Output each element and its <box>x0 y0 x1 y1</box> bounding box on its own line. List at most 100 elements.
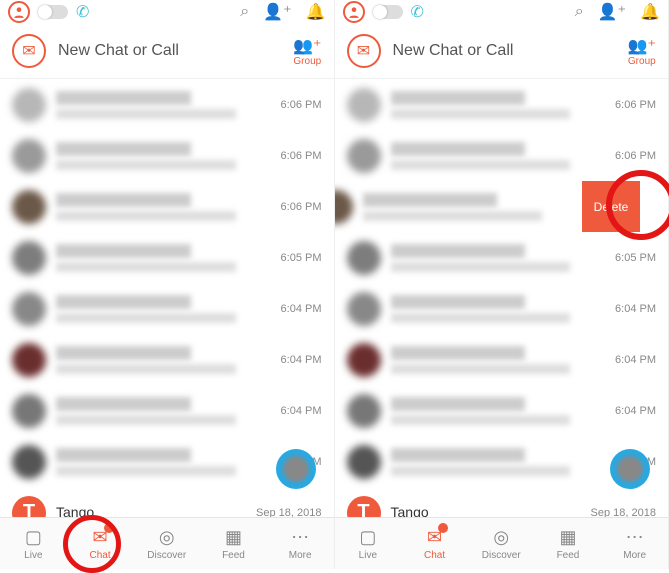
availability-toggle[interactable] <box>38 5 68 19</box>
chat-row[interactable]: 6:06 PM <box>335 79 669 130</box>
tab-live[interactable]: ▢Live <box>335 518 402 569</box>
chat-name <box>391 448 526 462</box>
topbar: ✆ ⌕ 👤⁺ 🔔 <box>335 0 669 24</box>
chat-row[interactable]: 6:04 PM <box>0 283 334 334</box>
chat-avatar <box>12 343 46 377</box>
chat-time: 6:04 PM <box>281 303 322 315</box>
chat-preview <box>56 211 236 221</box>
tab-more[interactable]: ⋯More <box>267 518 334 569</box>
chat-preview <box>391 466 571 476</box>
bell-icon[interactable]: 🔔 <box>306 2 326 22</box>
chat-avatar <box>347 394 381 428</box>
chat-body <box>391 346 616 374</box>
chat-list: 6:06 PM 6:06 PM 6:06 PMDelete 6:05 PM 6:04 P… <box>335 79 669 517</box>
bottom-tabs: ▢Live ✉Chat ◎Discover ▦Feed ⋯More <box>0 517 334 569</box>
chat-row[interactable]: 6:06 PM <box>335 130 669 181</box>
search-icon[interactable]: ⌕ <box>240 3 249 21</box>
group-button[interactable]: 👥⁺ Group <box>293 36 321 67</box>
person-icon <box>347 5 361 19</box>
chat-body <box>56 142 281 170</box>
chat-preview <box>391 313 571 323</box>
chat-avatar <box>347 292 381 326</box>
more-icon: ⋯ <box>626 527 644 548</box>
chat-name <box>391 91 526 105</box>
chat-time: 6:06 PM <box>615 99 656 111</box>
chat-avatar <box>12 88 46 122</box>
chat-row[interactable]: 6:05 PM <box>0 232 334 283</box>
video-icon: ▢ <box>25 527 42 548</box>
chat-body <box>56 295 281 323</box>
chat-name <box>56 346 191 360</box>
chat-row[interactable]: 6:04 PM <box>335 334 669 385</box>
chat-avatar <box>12 241 46 275</box>
chat-row[interactable]: 6:04 PM <box>335 283 669 334</box>
tango-avatar: T <box>347 496 381 518</box>
search-icon[interactable]: ⌕ <box>575 3 584 21</box>
floating-profile-button[interactable] <box>610 449 650 489</box>
chat-name <box>391 397 526 411</box>
add-friend-icon[interactable]: 👤⁺ <box>263 2 291 22</box>
bell-icon[interactable]: 🔔 <box>640 2 660 22</box>
chat-name <box>56 91 191 105</box>
add-friend-icon[interactable]: 👤⁺ <box>598 2 626 22</box>
chat-body <box>391 91 616 119</box>
chat-body <box>391 244 616 272</box>
chat-body <box>56 91 281 119</box>
profile-avatar[interactable] <box>8 1 30 23</box>
chat-row[interactable]: 6:06 PM <box>0 181 334 232</box>
chat-body <box>391 397 616 425</box>
chat-name <box>56 244 191 258</box>
chat-avatar <box>12 190 46 224</box>
tab-more[interactable]: ⋯More <box>601 518 668 569</box>
chat-name <box>391 244 526 258</box>
chat-body: Tango <box>56 504 256 518</box>
new-chat-icon: ✉ <box>347 34 381 68</box>
profile-avatar[interactable] <box>343 1 365 23</box>
chat-avatar <box>347 88 381 122</box>
chat-avatar <box>347 241 381 275</box>
tab-feed[interactable]: ▦Feed <box>535 518 602 569</box>
chat-row[interactable]: 6:06 PM <box>0 79 334 130</box>
chat-preview <box>391 415 571 425</box>
chat-time: 6:06 PM <box>615 150 656 162</box>
tab-feed[interactable]: ▦Feed <box>200 518 267 569</box>
tab-chat[interactable]: ✉Chat <box>67 518 134 569</box>
chat-time: 6:04 PM <box>281 354 322 366</box>
tab-discover[interactable]: ◎Discover <box>468 518 535 569</box>
chat-row[interactable]: 6:04 PM <box>0 334 334 385</box>
chat-badge <box>438 523 448 533</box>
chat-avatar <box>347 139 381 173</box>
new-chat-row[interactable]: ✉ New Chat or Call 👥⁺ Group <box>335 24 669 79</box>
new-chat-label: New Chat or Call <box>58 42 179 60</box>
chat-avatar <box>12 292 46 326</box>
chat-name <box>391 142 526 156</box>
feed-icon: ▦ <box>225 527 242 548</box>
chat-time: 6:05 PM <box>615 252 656 264</box>
chat-row[interactable]: 6:04 PM <box>335 385 669 436</box>
chat-body <box>391 142 616 170</box>
tab-live[interactable]: ▢Live <box>0 518 67 569</box>
floating-profile-button[interactable] <box>276 449 316 489</box>
chat-row[interactable]: 6:04 PM <box>0 385 334 436</box>
chat-body <box>56 448 281 476</box>
chat-row-tango[interactable]: TTangoSep 18, 2018 <box>335 487 669 517</box>
delete-button[interactable]: Delete <box>582 181 640 232</box>
person-icon <box>12 5 26 19</box>
availability-toggle[interactable] <box>373 5 403 19</box>
chat-avatar <box>335 190 353 224</box>
tab-discover[interactable]: ◎Discover <box>133 518 200 569</box>
chat-time: 6:04 PM <box>281 405 322 417</box>
new-chat-row[interactable]: ✉ New Chat or Call 👥⁺ Group <box>0 24 334 79</box>
chat-row-tango[interactable]: TTangoSep 18, 2018 <box>0 487 334 517</box>
group-icon: 👥⁺ <box>293 36 321 56</box>
group-button[interactable]: 👥⁺ Group <box>628 36 656 67</box>
group-label: Group <box>628 56 656 67</box>
more-icon: ⋯ <box>291 527 309 548</box>
chat-row[interactable]: 6:06 PMDelete <box>335 181 641 232</box>
tab-chat[interactable]: ✉Chat <box>401 518 468 569</box>
discover-icon: ◎ <box>159 527 175 548</box>
chat-row[interactable]: 6:05 PM <box>335 232 669 283</box>
chat-preview <box>56 160 236 170</box>
chat-body <box>56 244 281 272</box>
chat-row[interactable]: 6:06 PM <box>0 130 334 181</box>
